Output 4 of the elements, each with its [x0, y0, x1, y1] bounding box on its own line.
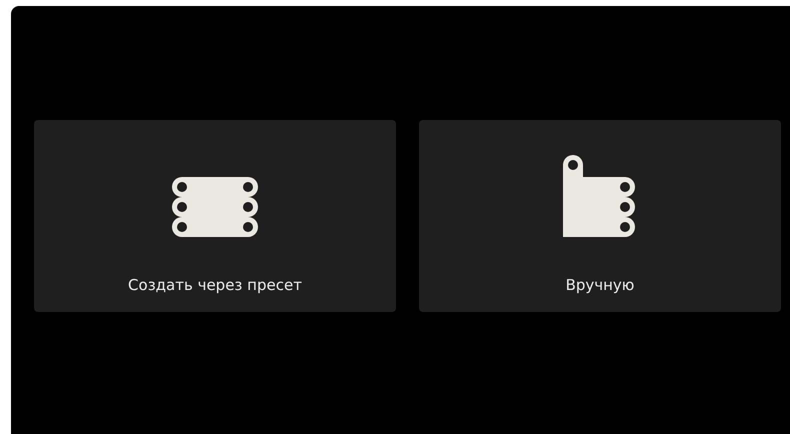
option-card[interactable]: Вручную [419, 120, 781, 312]
film-strip-icon [172, 176, 258, 236]
option-card[interactable]: Создать через пресет [34, 120, 396, 312]
puzzle-piece-icon [563, 154, 637, 236]
